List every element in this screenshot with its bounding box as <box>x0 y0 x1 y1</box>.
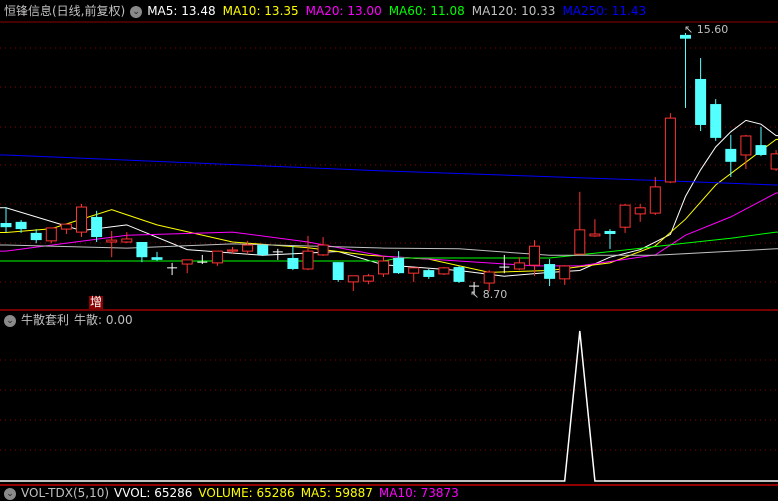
candle-body-up <box>45 227 57 242</box>
candle-body-up <box>408 267 420 274</box>
ma-line-ma5 <box>0 119 778 277</box>
indicator-line <box>0 330 778 482</box>
candle-body-up <box>347 275 359 283</box>
candle-body-up <box>181 259 193 265</box>
legend-item: MA5: 59887 <box>300 486 373 500</box>
candle-body-down <box>755 145 767 155</box>
candle-body-down <box>393 257 405 274</box>
candle-body-up <box>483 271 495 284</box>
candle-body-up <box>76 206 87 233</box>
ma-line-ma250 <box>0 154 778 186</box>
legend-item: MA5: 13.48 <box>147 4 216 18</box>
candle-body-up <box>770 153 778 170</box>
candle-body-up <box>619 204 631 228</box>
legend-item: MA250: 11.43 <box>562 4 647 18</box>
candle-body-up <box>302 250 314 270</box>
stock-chart-window: 恒锋信息(日线,前复权) ⌄ MA5: 13.48 MA10: 13.35 MA20… <box>0 0 778 501</box>
candle-body-up <box>438 267 450 275</box>
candle-body-up <box>589 233 601 237</box>
candle-body-up <box>513 262 525 270</box>
candle-body-up <box>574 229 586 255</box>
chart-canvas[interactable] <box>0 0 778 501</box>
candle-body-down <box>151 257 163 260</box>
candle-body-down <box>91 216 103 238</box>
candle-body-up <box>378 260 389 275</box>
candle-body-up <box>227 249 238 252</box>
candle-body-down <box>695 78 707 125</box>
candle-body-down <box>710 104 722 138</box>
chevron-down-icon[interactable]: ⌄ <box>130 5 143 18</box>
volume-legend: VVOL: 65286 VOLUME: 65286 MA5: 59887 MA10: … <box>114 487 459 500</box>
candle-body-down <box>0 223 12 228</box>
low-price-value: 8.70 <box>482 288 508 301</box>
indicator-value: 牛散: 0.00 <box>74 313 133 327</box>
candle-body-up <box>740 135 752 156</box>
ma-legend: MA5: 13.48 MA10: 13.35 MA20: 13.00 MA60: 11… <box>147 5 646 18</box>
main-header: 恒锋信息(日线,前复权) ⌄ MA5: 13.48 MA10: 13.35 MA20… <box>4 5 646 18</box>
volume-header: ⌄ VOL-TDX(5,10) VVOL: 65286 VOLUME: 65286… <box>4 487 459 500</box>
chevron-down-icon[interactable]: ⌄ <box>4 487 16 500</box>
candle-body-up <box>121 238 133 243</box>
candle-body-up <box>634 207 646 215</box>
candle-body-down <box>287 257 299 269</box>
candle-body-down <box>604 230 616 235</box>
candle-body-down <box>453 267 465 282</box>
legend-item: MA20: 13.00 <box>305 4 382 18</box>
high-price-value: 15.60 <box>696 23 729 36</box>
candle-body-down <box>725 148 737 162</box>
volume-title: VOL-TDX(5,10) <box>21 486 110 500</box>
indicator-header: ⌄ 牛散套利 牛散: 0.00 <box>4 314 133 327</box>
candle-body-up <box>60 223 72 230</box>
low-price-label: ↖ 8.70 <box>470 288 508 301</box>
candle-body-down <box>136 242 148 258</box>
candle-body-up <box>649 186 661 214</box>
candle-body-up <box>362 275 374 282</box>
legend-item: MA60: 11.08 <box>388 4 465 18</box>
legend-item: VOLUME: 65286 <box>198 486 295 500</box>
candle-body-up <box>242 244 254 252</box>
candle-body-up <box>106 239 118 243</box>
legend-item: MA10: 73873 <box>378 486 459 500</box>
high-price-label: ↖ 15.60 <box>684 23 729 36</box>
candle-body-down <box>257 245 269 255</box>
chevron-down-icon[interactable]: ⌄ <box>4 314 16 327</box>
candle-body-down <box>332 262 344 280</box>
stock-title: 恒锋信息(日线,前复权) <box>4 4 126 18</box>
legend-item: MA10: 13.35 <box>222 4 299 18</box>
candle-body-up <box>317 244 329 256</box>
indicator-title: 牛散套利 <box>21 313 70 327</box>
legend-item: VVOL: 65286 <box>114 486 193 500</box>
signal-marker: 增 <box>89 295 104 309</box>
candle-body-down <box>544 264 556 279</box>
candle-body-down <box>423 270 435 277</box>
candle-body-up <box>529 245 540 266</box>
legend-item: MA120: 10.33 <box>471 4 556 18</box>
candle-body-down <box>15 221 27 230</box>
candle-body-up <box>211 250 223 264</box>
candle-body-up <box>664 117 676 183</box>
candle-body-up <box>559 265 571 280</box>
candle-body-down <box>30 232 42 241</box>
